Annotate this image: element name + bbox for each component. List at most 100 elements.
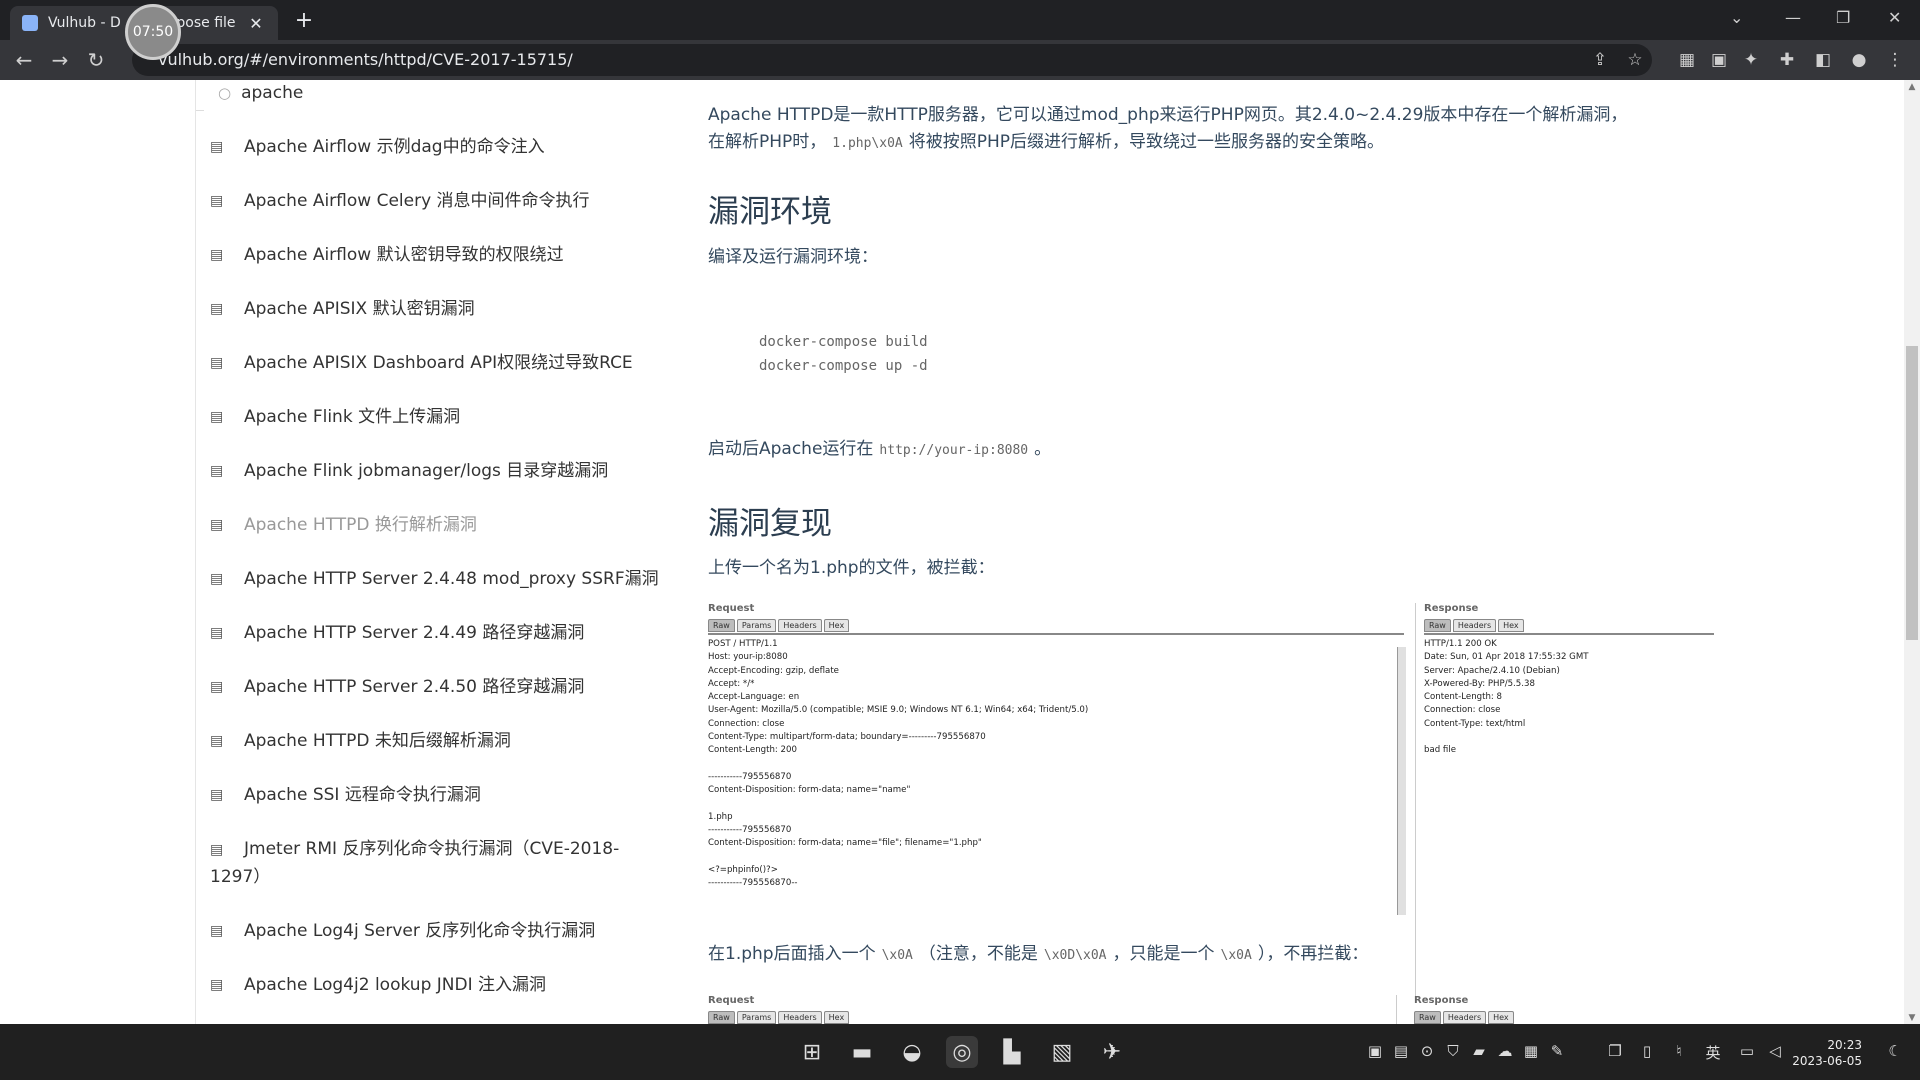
tab-hex: Hex [823,619,850,632]
inline-code: \x0A [881,948,913,963]
clock-time: 20:23 [1827,1038,1862,1052]
ime-indicator[interactable]: 英 [1702,1042,1724,1063]
sidebar-item-active[interactable]: ▤ Apache HTTPD 换行解析漏洞 [210,512,670,539]
menu-kebab-icon[interactable]: ⋮ [1884,50,1906,70]
tray-app-icon[interactable]: ▯ [1636,1042,1658,1060]
sidebar-item[interactable]: ▤ Apache Flink jobmanager/logs 目录穿越漏洞 [210,458,670,485]
network-icon[interactable]: ▭ [1736,1042,1758,1060]
document-icon: ▤ [210,625,224,641]
section-heading-repro: 漏洞复现 [708,506,832,542]
notification-icon[interactable]: ☾ [1884,1042,1906,1060]
document-icon: ▤ [210,923,224,939]
extension-icon[interactable]: ✦ [1740,50,1762,70]
app-icon[interactable]: ▧ [1046,1036,1078,1068]
sidebar-item[interactable]: ▤ Apache HTTP Server 2.4.49 路径穿越漏洞 [210,620,670,647]
request-tabs: Raw Params Headers Hex [708,1011,1398,1025]
inline-code: \x0A [1220,948,1252,963]
puzzle-extensions-icon[interactable]: ✚ [1776,50,1798,70]
bookmark-star-icon[interactable]: ☆ [1624,50,1646,70]
sidebar-item[interactable]: ▤ Jmeter RMI 反序列化命令执行漏洞（CVE-2018-1297） [210,836,650,891]
maximize-icon[interactable]: ❐ [1836,8,1850,27]
sidebar-item[interactable]: ▤ Apache HTTPD 未知后缀解析漏洞 [210,728,670,755]
tray-app-icon[interactable]: ▣ [1364,1042,1386,1060]
tab-headers: Headers [1452,619,1497,632]
scroll-up-icon[interactable]: ▲ [1904,82,1920,92]
tab-headers: Headers [778,1011,822,1024]
tab-hex: Hex [1498,619,1524,632]
sidebar-item[interactable]: ▤ Apache Airflow 示例dag中的命令注入 [210,134,670,161]
forward-icon[interactable]: → [48,48,72,72]
page-scrollbar[interactable]: ▲ ▼ [1904,80,1920,1025]
scroll-down-icon[interactable]: ▼ [1904,1013,1920,1023]
sidebar-item[interactable]: ▤ Apache Log4j Server 反序列化命令执行漏洞 [210,918,670,945]
request-tabs: Raw Params Headers Hex [708,619,1404,635]
response-body: HTTP/1.1 200 OK Date: Sun, 01 Apr 2018 1… [1424,639,1589,756]
response-title: Response [1414,995,1469,1006]
sidebar-item[interactable]: ▤ Apache Airflow 默认密钥导致的权限绕过 [210,242,670,269]
tray-app-icon[interactable]: ❐ [1604,1042,1626,1060]
run-text: 启动后Apache运行在 http://your-ip:8080。 [708,439,1052,459]
chrome-browser-icon[interactable]: ◎ [946,1036,978,1068]
address-bar[interactable]: vulhub.org/#/environments/httpd/CVE-2017… [132,44,1652,76]
search-input-value[interactable]: apache [241,83,303,103]
tray-app-icon[interactable]: ▤ [1390,1042,1412,1060]
share-icon[interactable]: ⇪ [1589,50,1611,70]
new-tab-icon[interactable]: + [292,8,316,33]
tray-app-icon[interactable]: ▦ [1520,1042,1542,1060]
sidebar-item[interactable]: ▤ Apache Flink 文件上传漏洞 [210,404,670,431]
tray-app-icon[interactable]: ⊙ [1416,1042,1438,1060]
sidebar-item[interactable]: ▤ Apache APISIX Dashboard API权限绕过导致RCE [210,350,670,377]
tab-raw: Raw [708,619,735,632]
profile-avatar-icon[interactable]: ● [1848,50,1870,70]
tab-strip: Vulhub - Dmpose file ✕ + ⌄ — ❐ ✕ [0,0,1920,40]
document-icon: ▤ [210,679,224,695]
request-title: Request [708,995,755,1006]
app-icon[interactable]: ▙ [996,1036,1028,1068]
nav-list: ▤ Apache Airflow 示例dag中的命令注入 ▤ Apache Airf… [210,134,670,1026]
inline-code: http://your-ip:8080 [879,443,1029,458]
file-explorer-icon[interactable]: ▬ [846,1036,878,1068]
code-block: docker-compose build docker-compose up -… [708,330,1708,378]
clock-date: 2023-06-05 [1792,1054,1862,1068]
system-clock[interactable]: 20:23 2023-06-05 [1786,1037,1862,1069]
sidebar-item[interactable]: ▤ Apache Log4j2 lookup JNDI 注入漏洞 [210,972,670,999]
tab-headers: Headers [778,619,822,632]
tab-close-icon[interactable]: ✕ [246,14,266,33]
document-icon: ▤ [210,301,224,317]
browser-toolbar: ← → ↻ vulhub.org/#/environments/httpd/CV… [0,40,1920,80]
close-window-icon[interactable]: ✕ [1888,8,1901,27]
back-icon[interactable]: ← [12,48,36,72]
search-icon: ○ [218,84,232,102]
scrollbar-thumb[interactable] [1906,346,1918,640]
tab-search-icon[interactable]: ⌄ [1730,8,1743,27]
sidebar-search[interactable]: ○ apache [218,80,303,106]
start-windows-icon[interactable]: ⊞ [796,1036,828,1068]
extension-icon[interactable]: ▦ [1676,50,1698,70]
extension-icon[interactable]: ▣ [1708,50,1730,70]
volume-icon[interactable]: ◁ [1764,1042,1786,1060]
tab-hex: Hex [823,1011,850,1024]
side-panel-icon[interactable]: ◧ [1812,50,1834,70]
document-icon: ▤ [210,355,224,371]
sidebar-item[interactable]: ▤ Apache APISIX 默认密钥漏洞 [210,296,670,323]
tray-app-icon[interactable]: ☁ [1494,1042,1516,1060]
document-icon: ▤ [210,463,224,479]
sidebar-nav: ○ apache ▤ Apache Airflow 示例dag中的命令注入 ▤ Ap… [195,80,670,1025]
reload-icon[interactable]: ↻ [84,48,108,72]
tray-app-icon[interactable]: ✎ [1546,1042,1568,1060]
sidebar-item[interactable]: ▤ Apache SSI 远程命令执行漏洞 [210,782,670,809]
document-icon: ▤ [210,977,224,993]
response-title: Response [1424,603,1479,614]
divider [1396,995,1397,1025]
app-icon[interactable]: ✈ [1096,1036,1128,1068]
minimize-icon[interactable]: — [1785,8,1801,27]
document-icon: ▤ [210,842,224,858]
microphone-icon[interactable]: ♮ [1668,1042,1690,1060]
sidebar-item[interactable]: ▤ Apache Airflow Celery 消息中间件命令执行 [210,188,670,215]
sidebar-item[interactable]: ▤ Apache HTTP Server 2.4.50 路径穿越漏洞 [210,674,670,701]
tray-app-icon[interactable]: ▰ [1468,1042,1490,1060]
tray-shield-icon[interactable]: ⛉ [1442,1042,1464,1060]
tab-hex: Hex [1488,1011,1514,1024]
sidebar-item[interactable]: ▤ Apache HTTP Server 2.4.48 mod_proxy SSR… [210,566,670,593]
edge-browser-icon[interactable]: ◒ [896,1036,928,1068]
